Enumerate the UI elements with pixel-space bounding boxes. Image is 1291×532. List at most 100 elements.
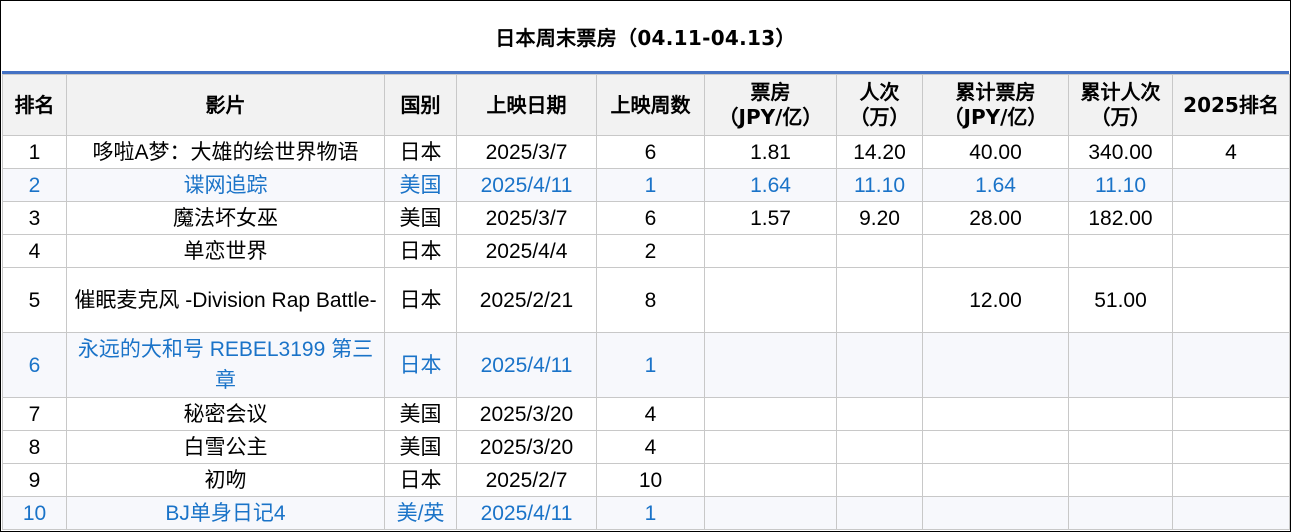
table-row: 3 魔法坏女巫 美国 2025/3/7 6 1.57 9.20 28.00 182.00 [2, 201, 1290, 235]
weeks-cell: 4 [596, 397, 705, 431]
rank-cell: 1 [2, 135, 67, 169]
rank-cell: 5 [2, 267, 67, 333]
admissions-cell [836, 430, 923, 464]
rank-cell: 10 [2, 496, 67, 530]
film-cell: BJ单身日记4 [66, 496, 385, 530]
rank-2025-cell [1172, 168, 1290, 202]
weeks-cell: 10 [596, 463, 705, 497]
col-header-film: 影片 [66, 74, 385, 136]
admissions-cell [836, 463, 923, 497]
admissions-cell: 14.20 [836, 135, 923, 169]
country-cell: 日本 [384, 135, 457, 169]
cum-box-office-cell [922, 332, 1069, 398]
col-header-release-date: 上映日期 [456, 74, 597, 136]
rank-cell: 4 [2, 234, 67, 268]
weeks-cell: 2 [596, 234, 705, 268]
rank-2025-cell [1172, 463, 1290, 497]
box-office-sheet: 日本周末票房（04.11-04.13） 排名 影片 国别 上映日期 上映周数 票… [0, 0, 1291, 532]
rank-2025-cell [1172, 397, 1290, 431]
weeks-cell: 4 [596, 430, 705, 464]
table-row: 7 秘密会议 美国 2025/3/20 4 [2, 397, 1290, 431]
cum-box-office-cell: 12.00 [922, 267, 1069, 333]
col-header-rank: 排名 [2, 74, 67, 136]
title-bar: 日本周末票房（04.11-04.13） [2, 2, 1289, 74]
cum-box-office-cell: 40.00 [922, 135, 1069, 169]
rank-2025-cell [1172, 234, 1290, 268]
cum-box-office-cell [922, 430, 1069, 464]
header-row: 排名 影片 国别 上映日期 上映周数 票房 （JPY/亿） 人次 （万） 累计票房（… [2, 74, 1290, 136]
country-cell: 美国 [384, 430, 457, 464]
admissions-cell [836, 397, 923, 431]
release-date-cell: 2025/2/7 [456, 463, 597, 497]
release-date-cell: 2025/3/7 [456, 135, 597, 169]
film-cell: 单恋世界 [66, 234, 385, 268]
rank-cell: 2 [2, 168, 67, 202]
film-cell: 催眠麦克风 -Division Rap Battle- [66, 267, 385, 333]
film-cell: 魔法坏女巫 [66, 201, 385, 235]
admissions-cell [836, 332, 923, 398]
cum-admissions-cell [1068, 332, 1173, 398]
country-cell: 美国 [384, 168, 457, 202]
cum-admissions-cell: 340.00 [1068, 135, 1173, 169]
rank-cell: 8 [2, 430, 67, 464]
release-date-cell: 2025/3/20 [456, 430, 597, 464]
weeks-cell: 6 [596, 135, 705, 169]
box-office-cell [704, 463, 837, 497]
table-row: 9 初吻 日本 2025/2/7 10 [2, 463, 1290, 497]
col-header-weeks: 上映周数 [596, 74, 705, 136]
country-cell: 美国 [384, 397, 457, 431]
release-date-cell: 2025/3/20 [456, 397, 597, 431]
admissions-cell: 11.10 [836, 168, 923, 202]
col-header-cum-admissions: 累计人次 （万） [1068, 74, 1173, 136]
col-header-admissions: 人次 （万） [836, 74, 923, 136]
weeks-cell: 8 [596, 267, 705, 333]
rank-2025-cell [1172, 332, 1290, 398]
rank-cell: 6 [2, 332, 67, 398]
admissions-cell [836, 496, 923, 530]
rank-2025-cell [1172, 201, 1290, 235]
col-header-rank-2025: 2025排名 [1172, 74, 1290, 136]
box-office-cell [704, 397, 837, 431]
release-date-cell: 2025/2/21 [456, 267, 597, 333]
admissions-cell [836, 267, 923, 333]
country-cell: 日本 [384, 463, 457, 497]
col-header-country: 国别 [384, 74, 457, 136]
weeks-cell: 1 [596, 168, 705, 202]
rank-2025-cell [1172, 267, 1290, 333]
table-row: 4 单恋世界 日本 2025/4/4 2 [2, 234, 1290, 268]
release-date-cell: 2025/4/11 [456, 332, 597, 398]
rank-cell: 7 [2, 397, 67, 431]
film-cell: 白雪公主 [66, 430, 385, 464]
admissions-cell: 9.20 [836, 201, 923, 235]
box-office-cell [704, 332, 837, 398]
release-date-cell: 2025/4/4 [456, 234, 597, 268]
cum-admissions-cell: 182.00 [1068, 201, 1173, 235]
country-cell: 美国 [384, 201, 457, 235]
country-cell: 美/英 [384, 496, 457, 530]
film-cell: 哆啦A梦：大雄的绘世界物语 [66, 135, 385, 169]
cum-box-office-cell [922, 496, 1069, 530]
weeks-cell: 6 [596, 201, 705, 235]
table-row: 6 永远的大和号 REBEL3199 第三章 日本 2025/4/11 1 [2, 332, 1290, 398]
cum-box-office-cell: 28.00 [922, 201, 1069, 235]
col-header-cum-box-office: 累计票房 （JPY/亿） [922, 74, 1069, 136]
admissions-cell [836, 234, 923, 268]
weeks-cell: 1 [596, 496, 705, 530]
release-date-cell: 2025/3/7 [456, 201, 597, 235]
country-cell: 日本 [384, 267, 457, 333]
box-office-cell: 1.64 [704, 168, 837, 202]
cum-admissions-cell [1068, 430, 1173, 464]
country-cell: 日本 [384, 332, 457, 398]
box-office-cell: 1.81 [704, 135, 837, 169]
cum-admissions-cell: 51.00 [1068, 267, 1173, 333]
cum-box-office-cell [922, 234, 1069, 268]
box-office-cell [704, 234, 837, 268]
cum-box-office-cell: 1.64 [922, 168, 1069, 202]
release-date-cell: 2025/4/11 [456, 496, 597, 530]
cum-admissions-cell [1068, 234, 1173, 268]
table-row: 2 谍网追踪 美国 2025/4/11 1 1.64 11.10 1.64 11.10 [2, 168, 1290, 202]
box-office-cell [704, 430, 837, 464]
cum-admissions-cell: 11.10 [1068, 168, 1173, 202]
cum-admissions-cell [1068, 496, 1173, 530]
rank-2025-cell [1172, 496, 1290, 530]
